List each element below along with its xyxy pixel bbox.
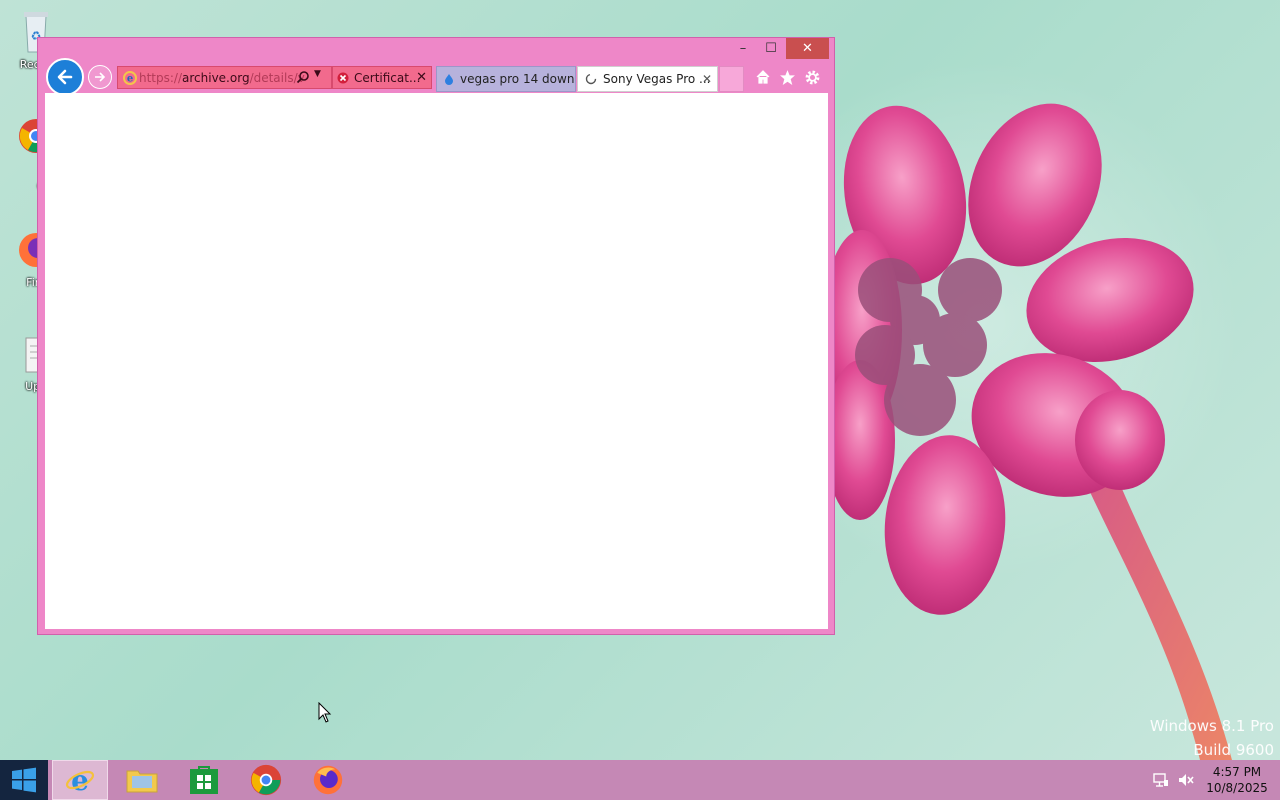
- certificate-error-button[interactable]: Certificat... ✕: [332, 66, 432, 89]
- new-tab-button[interactable]: [719, 66, 744, 92]
- volume-muted-icon[interactable]: [1176, 770, 1196, 790]
- taskbar-internet-explorer[interactable]: e: [52, 760, 108, 800]
- loading-spinner-icon: [585, 73, 597, 85]
- tab-sony-vegas-pro[interactable]: Sony Vegas Pro ... ✕: [577, 66, 718, 92]
- address-host: archive.org: [182, 70, 250, 85]
- ie-page-icon: e: [121, 70, 139, 85]
- windows-watermark: Windows 8.1 Pro Build 9600: [1150, 714, 1274, 762]
- watermark-build: Build 9600: [1193, 741, 1274, 759]
- chrome-icon: [250, 764, 282, 796]
- taskbar: e 4:57 PM 10/8/2025: [0, 760, 1280, 800]
- taskbar-google-chrome[interactable]: [238, 760, 294, 800]
- maximize-button[interactable]: ☐: [758, 38, 784, 59]
- watermark-edition: Windows 8.1 Pro: [1149, 717, 1274, 735]
- address-dropdown-icon[interactable]: ▼: [314, 69, 321, 79]
- favorites-star-icon[interactable]: [777, 67, 797, 87]
- store-bag-icon: [190, 766, 218, 794]
- tab-label: vegas pro 14 downl...: [460, 72, 575, 86]
- address-scheme: https://: [139, 70, 183, 85]
- taskbar-windows-store[interactable]: [176, 760, 232, 800]
- svg-text:e: e: [127, 73, 133, 84]
- tab-label: Sony Vegas Pro ...: [603, 72, 711, 86]
- svg-text:e: e: [71, 765, 89, 795]
- forward-arrow-icon: [95, 72, 106, 82]
- tab-favicon-icon: [444, 73, 454, 85]
- start-button[interactable]: [0, 760, 48, 800]
- minimize-button[interactable]: –: [730, 38, 756, 59]
- windows-logo-icon: [12, 767, 36, 793]
- close-address-tab-icon[interactable]: ✕: [416, 70, 427, 85]
- internet-explorer-icon: e: [65, 765, 95, 795]
- clock-date: 10/8/2025: [1206, 781, 1268, 795]
- clock-time: 4:57 PM: [1212, 765, 1262, 779]
- close-tab-icon[interactable]: ✕: [702, 72, 712, 86]
- forward-button[interactable]: [88, 65, 112, 89]
- page-content-area[interactable]: [45, 93, 828, 629]
- back-arrow-icon: [57, 69, 73, 85]
- search-icon[interactable]: [296, 70, 310, 84]
- folder-icon: [126, 770, 158, 793]
- network-icon[interactable]: [1151, 770, 1171, 790]
- settings-gear-icon[interactable]: [802, 67, 822, 87]
- certificate-error-icon: [337, 72, 349, 84]
- close-button[interactable]: ✕: [786, 38, 829, 59]
- mouse-cursor-icon: [318, 702, 332, 723]
- system-clock[interactable]: 4:57 PM 10/8/2025: [1200, 764, 1274, 796]
- taskbar-file-explorer[interactable]: [114, 760, 170, 800]
- tab-vegas-pro-download[interactable]: vegas pro 14 downl...: [436, 66, 576, 92]
- back-button[interactable]: [46, 58, 84, 96]
- certificate-label: Certificat...: [354, 70, 421, 85]
- address-bar[interactable]: e https://archive.org/details/v ▼: [117, 66, 332, 89]
- taskbar-firefox[interactable]: [300, 760, 356, 800]
- home-icon[interactable]: [753, 67, 773, 87]
- firefox-icon: [313, 765, 343, 795]
- internet-explorer-window: – ☐ ✕ e https://archive.org/details/v ▼ …: [37, 37, 835, 635]
